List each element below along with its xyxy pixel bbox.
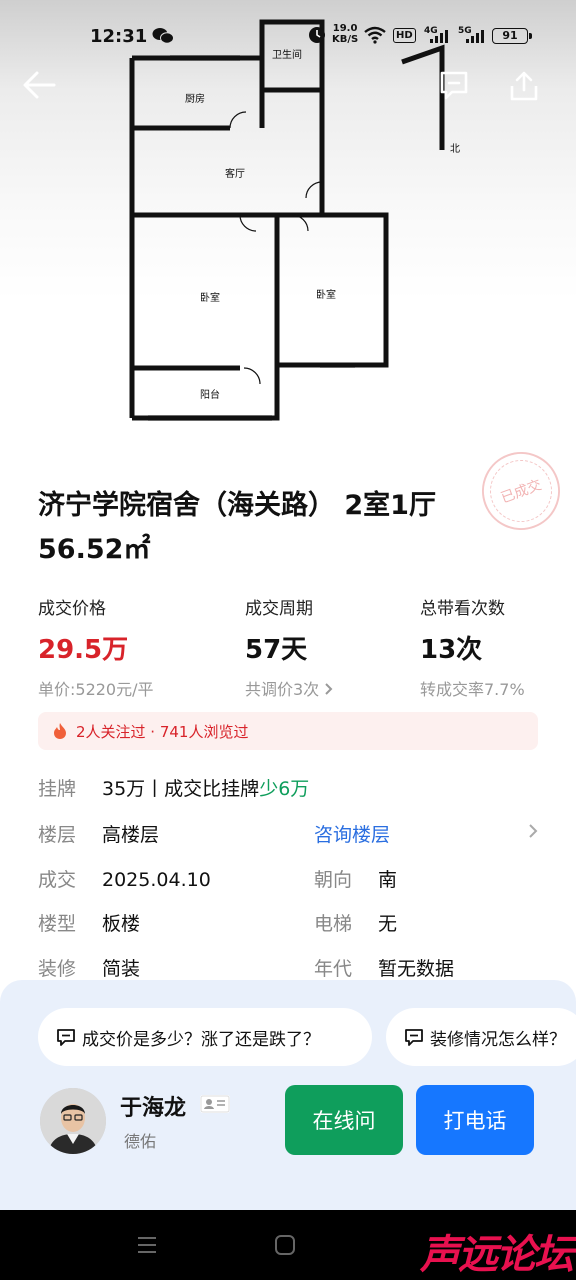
battery-indicator: 91 (492, 28, 532, 44)
chevron-right-icon (325, 683, 333, 695)
detail-key: 楼层 (38, 824, 77, 846)
recent-apps-icon[interactable] (136, 1235, 158, 1255)
detail-value: 简装 (102, 958, 141, 980)
room-label-bedroom-1: 卧室 (200, 291, 220, 304)
home-icon[interactable] (274, 1234, 296, 1256)
call-button[interactable]: 打电话 (416, 1085, 534, 1155)
detail-floor: 楼层 高楼层 (38, 820, 159, 847)
consult-floor-link[interactable]: 咨询楼层 (314, 820, 538, 847)
detail-deal-date: 成交 2025.04.10 (38, 865, 211, 892)
room-label-balcony: 阳台 (200, 388, 220, 401)
quick-question-chip[interactable]: 装修情况怎么样？ (386, 1008, 576, 1066)
detail-key: 挂牌 (38, 778, 77, 800)
stat-deal-cycle[interactable]: 成交周期 57天 共调价3次 (245, 594, 334, 700)
back-button[interactable] (22, 70, 62, 110)
room-label-living: 客厅 (225, 167, 245, 180)
detail-key: 电梯 (314, 913, 353, 935)
share-button[interactable] (508, 70, 548, 110)
signal-5g-icon (466, 29, 484, 43)
stat-value: 29.5万 (38, 635, 129, 665)
price-adjust-count: 共调价3次 (245, 680, 320, 699)
stat-label: 成交周期 (245, 599, 313, 619)
detail-value: 无 (378, 913, 398, 935)
net-speed-value: 19.0 (332, 23, 358, 34)
detail-key: 成交 (38, 869, 77, 891)
stat-label: 总带看次数 (420, 599, 505, 619)
detail-value: 板楼 (102, 913, 141, 935)
stat-value: 57天 (245, 635, 308, 665)
room-label-kitchen: 厨房 (185, 92, 205, 105)
online-chat-button[interactable]: 在线问 (285, 1085, 403, 1155)
chip-text: 成交价是多少？涨了还是跌了？ (82, 1029, 320, 1050)
stat-viewings: 总带看次数 13次 转成交率7.7% (420, 594, 525, 700)
fire-icon (54, 723, 66, 739)
net-speed-unit: KB/S (332, 34, 359, 45)
consult-floor-text: 咨询楼层 (314, 824, 391, 846)
detail-key: 年代 (314, 958, 353, 980)
stat-sub: 转成交率7.7% (420, 680, 525, 699)
question-bubble-icon (405, 1029, 423, 1046)
quick-question-chip[interactable]: 成交价是多少？涨了还是跌了？ (38, 1008, 372, 1066)
detail-key: 朝向 (314, 869, 353, 891)
agent-name: 于海龙 (120, 1096, 187, 1121)
business-card-icon[interactable] (200, 1095, 230, 1113)
detail-value: 暂无数据 (378, 958, 455, 980)
question-bubble-icon (57, 1029, 75, 1046)
detail-decoration: 装修 简装 (38, 954, 140, 981)
price-difference: 少6万 (259, 778, 310, 800)
chevron-right-icon (529, 824, 538, 838)
net-speed: 19.0 KB/S (332, 23, 358, 45)
stat-value: 13次 (420, 635, 483, 665)
stat-label: 成交价格 (38, 599, 106, 619)
share-icon (510, 71, 538, 101)
chat-bubble-icon (440, 71, 468, 100)
status-bar: 12:31 19.0 KB/S HD 4G 5G 91 (0, 23, 576, 50)
stat-sub[interactable]: 共调价3次 (245, 676, 334, 700)
sold-stamp: 已成交 (471, 441, 571, 541)
agent-avatar[interactable] (40, 1088, 106, 1154)
arrow-left-icon (23, 71, 56, 99)
chip-text: 装修情况怎么样？ (430, 1029, 566, 1050)
alarm-icon (309, 27, 325, 43)
room-label-bedroom-2: 卧室 (316, 288, 336, 301)
wechat-icon (152, 28, 174, 44)
agent-photo (40, 1088, 106, 1154)
attention-text: 2人关注过 · 741人浏览过 (76, 722, 249, 741)
detail-listing-price: 挂牌 35万丨成交比挂牌少6万 (38, 774, 309, 801)
detail-orientation: 朝向 南 (314, 865, 397, 892)
detail-value: 2025.04.10 (102, 869, 211, 891)
wifi-icon (364, 26, 386, 44)
north-label: 北 (450, 143, 460, 155)
agent-company: 德佑 (124, 1132, 157, 1151)
detail-building-type: 楼型 板楼 (38, 909, 140, 936)
attention-notice: 2人关注过 · 741人浏览过 (38, 712, 538, 750)
detail-value: 高楼层 (102, 824, 160, 846)
detail-key: 楼型 (38, 913, 77, 935)
watermark-logo: 声远论坛 (420, 1232, 574, 1278)
listing-info-card: 已成交 济宁学院宿舍（海关路） 2室1厅 56.52㎡ 成交价格 29.5万 单… (14, 441, 571, 1032)
signal-4g-icon (430, 29, 448, 43)
hd-badge: HD (393, 28, 416, 43)
detail-year: 年代 暂无数据 (314, 954, 454, 981)
status-time: 12:31 (90, 26, 148, 47)
floor-plan-drawing: 卫生间 厨房 客厅 卧室 卧室 阳台 北 (129, 19, 460, 421)
stat-deal-price: 成交价格 29.5万 单价:5220元/平 (38, 594, 154, 700)
message-button[interactable] (438, 70, 478, 110)
stat-sub: 单价:5220元/平 (38, 680, 154, 699)
detail-value: 南 (378, 869, 398, 891)
agent-contact-sheet: 成交价是多少？涨了还是跌了？ 装修情况怎么样？ 于海龙 德佑 在线问 打电话 (0, 980, 576, 1210)
floor-plan-image[interactable]: 卫生间 厨房 客厅 卧室 卧室 阳台 北 12:31 19.0 KB/S HD … (0, 0, 576, 470)
detail-value: 35万丨成交比挂牌 (102, 778, 260, 800)
detail-key: 装修 (38, 958, 77, 980)
detail-elevator: 电梯 无 (314, 909, 397, 936)
listing-title: 济宁学院宿舍（海关路） 2室1厅 56.52㎡ (38, 490, 436, 565)
